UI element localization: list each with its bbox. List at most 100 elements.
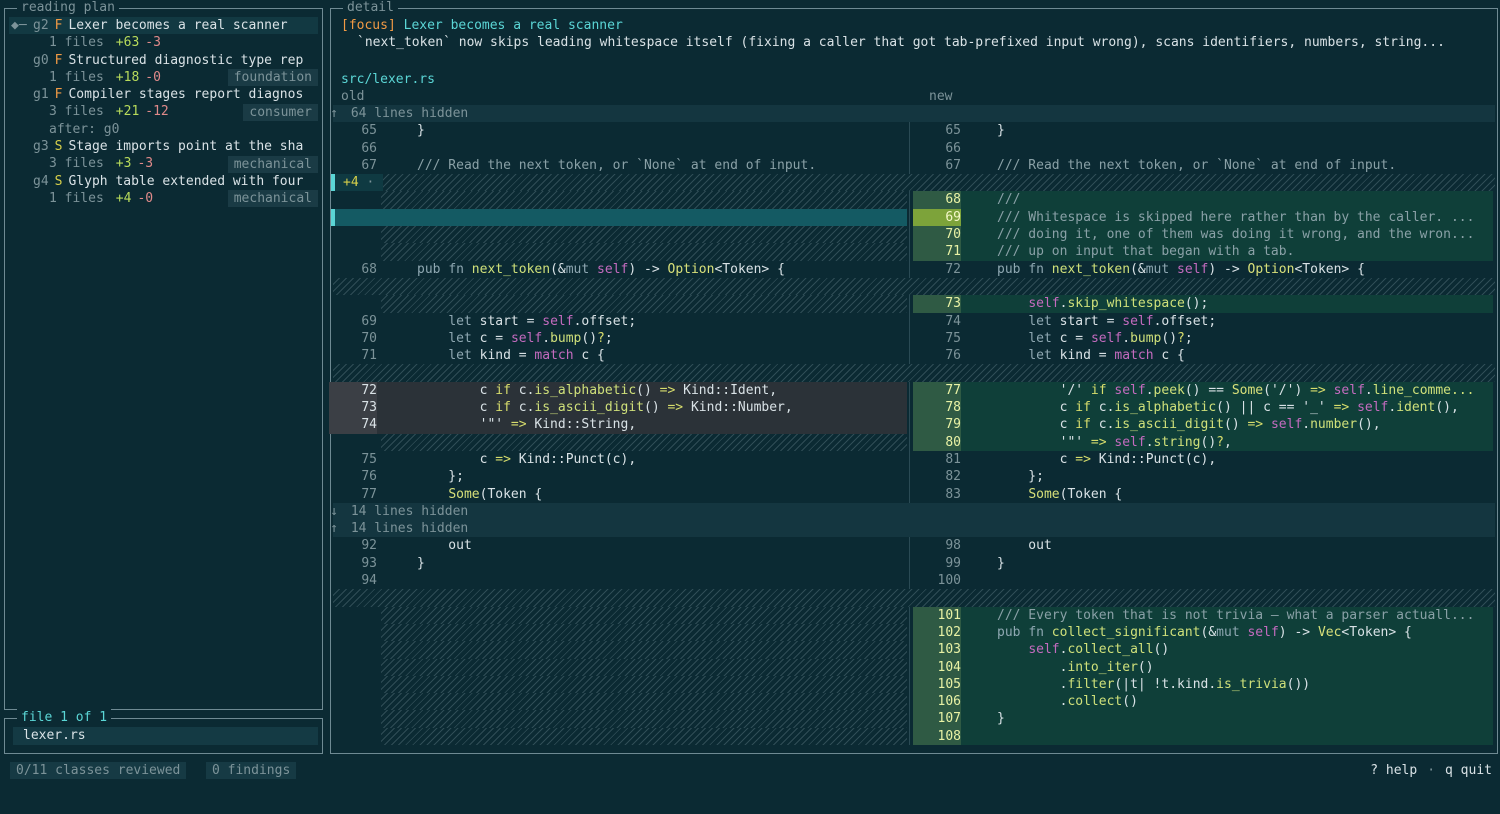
plan-item-g1[interactable]: g1 F Compiler stages report diagnos (9, 86, 318, 103)
plan-item-title: Glyph table extended with four (68, 173, 304, 189)
file-item-lexer[interactable]: lexer.rs (13, 727, 318, 745)
focus-heading: [focus] Lexer becomes a real scanner (341, 17, 1491, 34)
diff-row: 65} 65} (361, 122, 1005, 140)
file-panel-title: file 1 of 1 (17, 709, 112, 727)
file-panel: file 1 of 1 lexer.rs (4, 709, 323, 754)
hunk-header[interactable]: +4 · C6 (331, 174, 1495, 192)
plan-item-files: 1 files (49, 35, 104, 51)
diff-row: 67/// Read the next token, or `None` at … (361, 156, 1397, 175)
plan-item-additions: +63 (115, 35, 140, 51)
plan-item-kind: S (54, 139, 63, 155)
findings-count: 0 findings (206, 762, 297, 779)
hidden-lines-label: 64 lines hidden (350, 106, 469, 121)
plan-item-id: g2 (33, 18, 49, 33)
arrow-down-icon: ↓ (330, 503, 338, 519)
plan-item-title: Lexer becomes a real scanner (68, 18, 288, 33)
plan-item-additions: +3 (115, 156, 132, 172)
plan-item-kind: F (54, 87, 63, 103)
hunk-separator-row (333, 364, 1495, 382)
diff-view[interactable]: ↑ 64 lines hidden 65} 65} 66 66 67/// Re… (329, 105, 1495, 745)
focus-description: `next_token` now skips leading whitespac… (357, 35, 1445, 51)
plan-item-id: g0 (33, 52, 49, 68)
diff-row: 73 c if c.is_ascii_digit() => Kind::Numb… (329, 399, 1495, 417)
hidden-lines-toggle[interactable]: ↑ 14 lines hidden (330, 520, 1495, 538)
reading-plan-panel: reading plan ◆─ g2 F Lexer becomes a real s… (4, 0, 323, 710)
cursor-indicator (331, 174, 335, 192)
plan-item-kind: F (54, 18, 63, 33)
focus-tag: [focus] (341, 18, 396, 33)
hunk-added-count: +4 (343, 175, 359, 191)
plan-item-tag: foundation (227, 69, 318, 87)
diff-row: 101/// Every token that is not trivia — … (333, 606, 1495, 624)
hunk-separator-row (333, 277, 1495, 296)
hunk-column: C6 (382, 175, 383, 190)
hidden-lines-toggle[interactable]: ↓ 14 lines hidden (330, 502, 1495, 521)
plan-item-meta: 1 files +18 -0 foundation (9, 69, 318, 87)
plan-item-meta: 1 files +4 -0 mechanical (9, 190, 318, 208)
hidden-lines-toggle[interactable]: ↑ 64 lines hidden (330, 105, 1495, 123)
diff-row: 68 pub fn next_token(&mut self) -> Option… (361, 260, 1365, 278)
diff-row: 73 self.skip_whitespace(); (333, 295, 1495, 313)
diff-row: 103 self.collect_all() (333, 641, 1495, 659)
diff-row: 72 c if c.is_alphabetic() => Kind::Ident… (329, 381, 1495, 400)
plan-item-deletions: -12 (145, 104, 169, 120)
plan-item-additions: +18 (115, 69, 140, 85)
diff-row: 80 '"' => self.string()?, (333, 433, 1495, 451)
old-column-header: old (341, 89, 365, 104)
plan-item-files: 3 files (49, 156, 104, 172)
key-hints: ? help · q quit (1370, 762, 1492, 779)
plan-item-tag: mechanical (227, 190, 318, 208)
plan-item-deletions: -0 (145, 69, 161, 85)
plan-item-deletions: -0 (137, 190, 154, 206)
diff-row: 104 .into_iter() (333, 658, 1495, 676)
plan-item-kind: F (54, 52, 63, 68)
hunk-separator: · (358, 175, 383, 191)
hidden-lines-label: 14 lines hidden (350, 503, 469, 519)
diff-row: 92 out 98 out (361, 537, 1052, 555)
plan-item-deletions: -3 (145, 35, 161, 51)
plan-item-deletions: -3 (137, 156, 154, 172)
diff-row: 102 pub fn collect_significant(&mut self)… (333, 623, 1495, 642)
hunk-separator-row (333, 589, 1495, 607)
reading-plan-title: reading plan (17, 0, 119, 17)
diff-row: 68/// (333, 191, 1495, 209)
diff-row-cursor: 69/// Whitespace is skipped here rather … (331, 208, 1495, 227)
plan-item-title: Structured diagnostic type rep (68, 52, 304, 68)
plan-item-id: g4 (33, 173, 49, 189)
diff-row: 106 .collect() (333, 693, 1495, 711)
hint-separator: · (1427, 763, 1436, 778)
plan-item-g3[interactable]: g3 S Stage imports point at the sha (9, 138, 318, 155)
plan-item-tag: consumer (243, 103, 318, 121)
diff-row: 70 let c = self.bump()?; 75 let c = self… (361, 329, 1193, 348)
diff-row: 75 c => Kind::Punct(c), 81 c => Kind::Pu… (361, 450, 1217, 469)
focus-title: Lexer becomes a real scanner (403, 18, 623, 33)
reading-plan-list: ◆─ g2 F Lexer becomes a real scanner 1 files… (9, 17, 318, 208)
plan-item-tag: mechanical (227, 155, 318, 173)
diff-row: 70/// doing it, one of them was doing it… (333, 226, 1495, 244)
plan-item-dependency: after: g0 (49, 121, 120, 137)
plan-item-id: g1 (33, 87, 49, 103)
detail-title: detail (343, 0, 398, 17)
diff-row: 105 .filter(|t| !t.kind.is_trivia()) (333, 675, 1495, 694)
diff-row: 71 let kind = match c { 76 let kind = ma… (361, 347, 1185, 365)
plan-item-title: Compiler stages report diagnos (68, 87, 304, 103)
diff-row: 107} (333, 710, 1495, 728)
reviewed-count: 0/11 classes reviewed (10, 762, 187, 779)
plan-item-files: 3 files (49, 104, 104, 120)
diff-row: 71/// up on input that began with a tab. (333, 243, 1495, 261)
plan-item-meta: 3 files +21 -12 consumer (9, 103, 318, 121)
plan-item-files: 1 files (49, 69, 104, 85)
arrow-up-icon: ↑ (330, 521, 338, 537)
quit-hint[interactable]: q quit (1445, 763, 1492, 778)
plan-item-g4[interactable]: g4 S Glyph table extended with four (9, 173, 318, 190)
diff-row: 66 66 (361, 139, 961, 157)
plan-item-g2[interactable]: ◆─ g2 F Lexer becomes a real scanner (9, 17, 318, 35)
diff-row: 74 '"' => Kind::String, 79 c if c.is_asc… (329, 416, 1495, 434)
hidden-lines-label: 14 lines hidden (350, 521, 469, 537)
status-bar: 0/11 classes reviewed 0 findings ? help ·… (0, 760, 1500, 780)
diff-row: 108 (333, 727, 1495, 745)
help-hint[interactable]: ? help (1370, 763, 1417, 778)
detail-panel: detail [focus] Lexer becomes a real scan… (329, 0, 1498, 754)
plan-item-files: 1 files (49, 190, 104, 206)
plan-item-g0[interactable]: g0 F Structured diagnostic type rep (9, 52, 318, 69)
